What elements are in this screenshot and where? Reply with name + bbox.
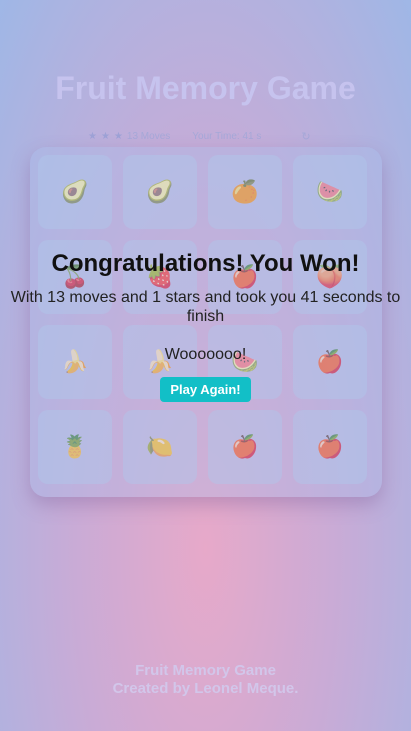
result-stats: With 13 moves and 1 stars and took you 4… bbox=[10, 289, 401, 325]
pomegranate-icon: 🍎 bbox=[231, 434, 259, 459]
star-rating: ★ ★ ★ bbox=[88, 131, 123, 142]
restart-icon[interactable]: ↻ bbox=[301, 130, 310, 143]
melon-slice-icon: 🍉 bbox=[316, 179, 344, 204]
apple-half-icon: 🍎 bbox=[316, 434, 344, 459]
avocado-icon: 🥑 bbox=[61, 179, 89, 204]
star-icon: ★ bbox=[113, 130, 123, 142]
score-panel: ★ ★ ★ 13 Moves Your Time: 41 s ↻ bbox=[88, 128, 338, 144]
star-icon: ★ bbox=[88, 130, 97, 142]
card[interactable]: 🍉 bbox=[293, 155, 367, 229]
card[interactable]: 🥑 bbox=[123, 155, 197, 229]
timer: Your Time: 41 s bbox=[192, 130, 262, 142]
pineapple-icon: 🍍 bbox=[61, 434, 89, 459]
card[interactable]: 🍊 bbox=[208, 155, 282, 229]
lemon-icon: 🍋 bbox=[146, 434, 174, 459]
footer-title: Fruit Memory Game bbox=[135, 662, 276, 679]
celebration-message: Wooooooo! bbox=[164, 346, 247, 363]
congrats-heading: Congratulations! You Won! bbox=[51, 250, 360, 277]
win-modal: Congratulations! You Won! With 13 moves … bbox=[0, 250, 411, 402]
orange-icon: 🍊 bbox=[231, 179, 259, 204]
star-icon: ★ bbox=[100, 130, 110, 142]
card[interactable]: 🍎 bbox=[293, 410, 367, 484]
card[interactable]: 🥑 bbox=[38, 155, 112, 229]
play-again-button[interactable]: Play Again! bbox=[160, 377, 251, 402]
card[interactable]: 🍍 bbox=[38, 410, 112, 484]
avocado-icon: 🥑 bbox=[146, 179, 174, 204]
game-title: Fruit Memory Game bbox=[55, 70, 356, 106]
card[interactable]: 🍎 bbox=[208, 410, 282, 484]
footer: Fruit Memory Game Created by Leonel Mequ… bbox=[0, 662, 411, 698]
card[interactable]: 🍋 bbox=[123, 410, 197, 484]
footer-credit: Created by Leonel Meque. bbox=[112, 680, 299, 697]
moves-counter: 13 Moves bbox=[126, 130, 171, 142]
